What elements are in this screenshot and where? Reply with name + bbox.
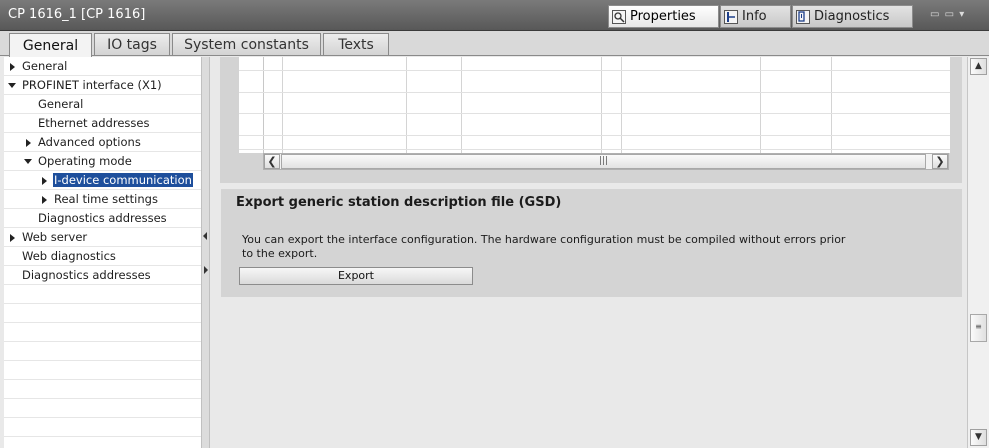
tree-empty-row	[4, 418, 201, 437]
tree-empty-row	[4, 399, 201, 418]
expand-arrow-icon[interactable]	[26, 139, 31, 147]
tree-empty-row	[4, 304, 201, 323]
tree-empty-row	[4, 361, 201, 380]
tree-empty-row	[4, 323, 201, 342]
tree-empty-row	[4, 380, 201, 399]
info-icon	[724, 9, 738, 24]
tree-item-general[interactable]: General	[4, 57, 201, 76]
tree-item-ethernet-addresses[interactable]: Ethernet addresses	[4, 114, 201, 133]
tab-general[interactable]: General	[9, 33, 92, 57]
float-icon[interactable]: ▭	[930, 9, 940, 20]
tree-item-label: Operating mode	[38, 154, 132, 168]
grid-row-line	[239, 135, 950, 136]
tree-item-i-device-communication[interactable]: I-device communication	[4, 171, 201, 190]
tree-item-interface-diagnostics-addresses[interactable]: Diagnostics addresses	[4, 209, 201, 228]
grid-column-line	[263, 57, 264, 153]
window-controls[interactable]: ▭ ▭ ▾	[930, 9, 965, 20]
grid-column-line	[831, 57, 832, 153]
expand-arrow-icon[interactable]	[42, 177, 47, 185]
section-description: You can export the interface configurati…	[242, 233, 846, 260]
expand-arrow-icon[interactable]	[10, 234, 15, 242]
navigation-tree: General PROFINET interface (X1) General …	[4, 57, 202, 448]
vertical-scroll-thumb[interactable]: ≡	[970, 314, 987, 342]
properties-tab-label: Properties	[630, 9, 696, 24]
scroll-right-button[interactable]: ❯	[932, 154, 948, 169]
diagnostics-tab-label: Diagnostics	[814, 9, 890, 24]
tree-item-profinet-interface[interactable]: PROFINET interface (X1)	[4, 76, 201, 95]
scroll-up-button[interactable]: ▲	[970, 58, 987, 75]
expand-arrow-icon[interactable]	[10, 63, 15, 71]
collapse-left-icon[interactable]	[203, 232, 207, 240]
grid-column-line	[601, 57, 602, 153]
expand-right-icon[interactable]	[204, 266, 208, 274]
grid-row-line	[239, 70, 950, 71]
tab-texts[interactable]: Texts	[323, 33, 389, 55]
properties-icon	[612, 9, 626, 24]
tree-item-advanced-options[interactable]: Advanced options	[4, 133, 201, 152]
tree-item-web-diagnostics[interactable]: Web diagnostics	[4, 247, 201, 266]
grid-column-line	[621, 57, 622, 153]
tree-item-label: General	[22, 59, 68, 73]
diagnostics-icon	[796, 9, 810, 24]
menu-icon[interactable]: ▾	[959, 9, 965, 20]
data-table[interactable]	[239, 57, 950, 153]
tree-item-label: Diagnostics addresses	[22, 268, 151, 282]
collapse-arrow-icon[interactable]	[8, 83, 16, 88]
tree-item-operating-mode[interactable]: Operating mode	[4, 152, 201, 171]
info-tab[interactable]: Info	[720, 5, 791, 28]
export-button[interactable]: Export	[239, 267, 473, 285]
tree-item-label: General	[38, 97, 84, 111]
grid-row-line	[239, 113, 950, 114]
horizontal-scrollbar[interactable]: ❮ ||| ❯	[263, 153, 949, 170]
tree-item-interface-general[interactable]: General	[4, 95, 201, 114]
tab-system-constants[interactable]: System constants	[172, 33, 321, 55]
tab-io-tags[interactable]: IO tags	[94, 33, 170, 55]
section-heading: Export generic station description file …	[236, 195, 562, 210]
tree-empty-row	[4, 342, 201, 361]
horizontal-scroll-thumb[interactable]: |||	[281, 154, 926, 169]
tree-item-label: Ethernet addresses	[38, 116, 150, 130]
expand-arrow-icon[interactable]	[42, 196, 47, 204]
tree-item-label: PROFINET interface (X1)	[22, 78, 162, 92]
grid-column-line	[760, 57, 761, 153]
properties-tab[interactable]: Properties	[608, 5, 719, 28]
pane-splitter[interactable]	[201, 57, 210, 448]
grid-column-line	[406, 57, 407, 153]
tree-item-diagnostics-addresses[interactable]: Diagnostics addresses	[4, 266, 201, 285]
tree-item-label: Advanced options	[38, 135, 141, 149]
minimize-icon[interactable]: ▭	[945, 9, 955, 20]
info-tab-label: Info	[742, 9, 767, 24]
vertical-scrollbar[interactable]: ▲ ≡ ▼	[967, 57, 989, 448]
tree-item-real-time-settings[interactable]: Real time settings	[4, 190, 201, 209]
window-title: CP 1616_1 [CP 1616]	[8, 7, 146, 22]
scroll-down-button[interactable]: ▼	[970, 429, 987, 446]
tree-empty-row	[4, 285, 201, 304]
tree-item-label: Real time settings	[54, 192, 158, 206]
tree-item-label: Web server	[22, 230, 88, 244]
grid-column-line	[461, 57, 462, 153]
tree-item-label: Web diagnostics	[22, 249, 116, 263]
grid-column-line	[282, 57, 283, 153]
tree-item-label: Diagnostics addresses	[38, 211, 167, 225]
grid-row-line	[239, 92, 950, 93]
diagnostics-tab[interactable]: Diagnostics	[792, 5, 913, 28]
scroll-left-button[interactable]: ❮	[264, 154, 280, 169]
tree-item-web-server[interactable]: Web server	[4, 228, 201, 247]
tree-item-label: I-device communication	[52, 172, 194, 188]
grid-row-line	[239, 149, 950, 150]
collapse-arrow-icon[interactable]	[24, 159, 32, 164]
